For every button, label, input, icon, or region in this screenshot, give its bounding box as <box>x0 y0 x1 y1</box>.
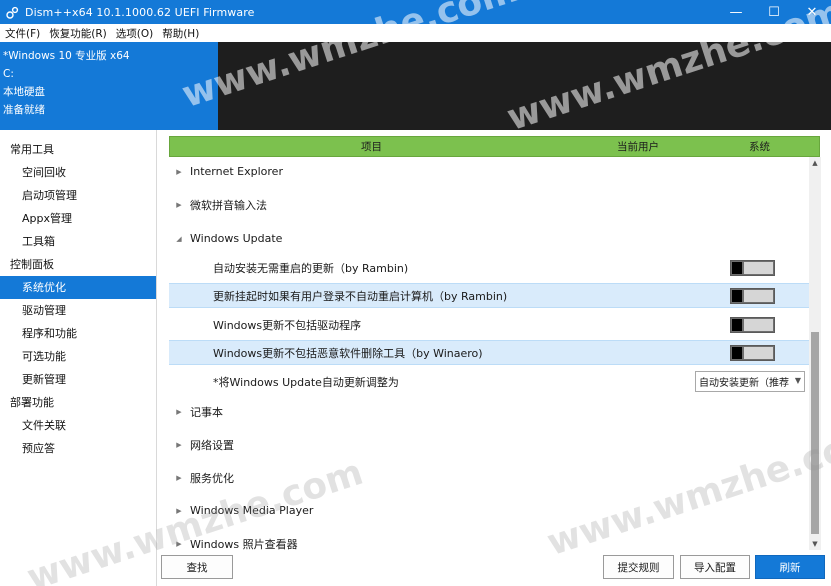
window-title: Dism++x64 10.1.1000.62 UEFI Firmware <box>25 5 255 19</box>
caret-right-icon[interactable]: ▶ <box>175 474 183 482</box>
sidebar-group-deploy: 部署功能 <box>10 396 54 409</box>
sidebar-item-file-assoc[interactable]: 文件关联 <box>0 414 156 437</box>
image-info-tile[interactable]: *Windows 10 专业版 x64 C: 本地硬盘 准备就绪 <box>0 42 218 130</box>
sidebar-item-optional-features[interactable]: 可选功能 <box>0 345 156 368</box>
caret-right-icon[interactable]: ▶ <box>175 540 183 548</box>
sidebar-item-space-reclaim[interactable]: 空间回收 <box>0 161 156 184</box>
option-row[interactable]: *将Windows Update自动更新调整为 自动安装更新（推荐 ▼ <box>169 369 809 394</box>
sidebar-group-common-tools: 常用工具 <box>10 143 54 156</box>
category-label: Windows Media Player <box>190 504 314 517</box>
scrollbar-thumb[interactable] <box>811 332 819 534</box>
category-label: Internet Explorer <box>190 165 283 178</box>
settings-list: ▶ Internet Explorer ▶ 微软拼音输入法 ◢ Windows … <box>169 157 809 550</box>
sidebar-group-control-panel: 控制面板 <box>10 258 54 271</box>
option-label: Windows更新不包括驱动程序 <box>213 318 362 332</box>
system-toggle[interactable] <box>730 259 775 276</box>
system-toggle[interactable] <box>730 344 775 361</box>
system-toggle[interactable] <box>730 316 775 333</box>
minimize-button[interactable]: — <box>717 0 755 24</box>
system-toggle[interactable] <box>730 287 775 304</box>
option-row[interactable]: 自动安装无需重启的更新（by Rambin) <box>169 255 809 280</box>
category-row[interactable]: ▶ 网络设置 <box>169 432 809 457</box>
caret-right-icon[interactable]: ▶ <box>175 441 183 449</box>
category-label: Windows 照片查看器 <box>190 537 298 551</box>
option-label: Windows更新不包括恶意软件删除工具（by Winaero) <box>213 346 483 360</box>
category-label: 记事本 <box>190 405 223 419</box>
sidebar-item-system-optimize[interactable]: 系统优化 <box>0 276 156 299</box>
app-icon <box>5 5 19 19</box>
category-row[interactable]: ▶ 微软拼音输入法 <box>169 192 809 217</box>
caret-down-icon[interactable]: ◢ <box>175 235 183 243</box>
caret-right-icon[interactable]: ▶ <box>175 168 183 176</box>
select-value: 自动安装更新（推荐 <box>699 378 789 389</box>
submit-rules-button[interactable]: 提交规则 <box>603 555 674 579</box>
title-bar: Dism++x64 10.1.1000.62 UEFI Firmware — ☐… <box>0 0 831 24</box>
image-status: 准备就绪 <box>3 104 45 116</box>
category-row[interactable]: ▶ Windows 照片查看器 <box>169 531 809 551</box>
caret-right-icon[interactable]: ▶ <box>175 507 183 515</box>
category-row[interactable]: ◢ Windows Update <box>169 226 809 251</box>
scroll-up-icon[interactable]: ▲ <box>809 157 821 169</box>
category-label: Windows Update <box>190 232 283 245</box>
image-name: *Windows 10 专业版 x64 <box>3 50 130 62</box>
category-row[interactable]: ▶ 服务优化 <box>169 465 809 490</box>
category-row[interactable]: ▶ Windows Media Player <box>169 498 809 523</box>
option-row[interactable]: Windows更新不包括驱动程序 <box>169 312 809 337</box>
option-row[interactable]: 更新挂起时如果有用户登录不自动重启计算机（by Rambin) <box>169 283 809 308</box>
header-panel: *Windows 10 专业版 x64 C: 本地硬盘 准备就绪 <box>0 42 831 130</box>
sidebar-item-programs[interactable]: 程序和功能 <box>0 322 156 345</box>
category-row[interactable]: ▶ Internet Explorer <box>169 159 809 184</box>
optimize-panel: 项目 当前用户 系统 ▶ Internet Explorer ▶ 微软拼音输入法… <box>160 130 831 550</box>
sidebar-item-startup[interactable]: 启动项管理 <box>0 184 156 207</box>
menu-bar: 文件(F) 恢复功能(R) 选项(O) 帮助(H) <box>0 24 831 42</box>
caret-right-icon[interactable]: ▶ <box>175 201 183 209</box>
column-system[interactable]: 系统 <box>749 139 770 154</box>
import-config-button[interactable]: 导入配置 <box>680 555 750 579</box>
menu-restore[interactable]: 恢复功能(R) <box>45 26 111 41</box>
category-label: 微软拼音输入法 <box>190 198 267 212</box>
category-label: 服务优化 <box>190 471 234 485</box>
sidebar-item-updates[interactable]: 更新管理 <box>0 368 156 391</box>
option-row[interactable]: Windows更新不包括恶意软件删除工具（by Winaero) <box>169 340 809 365</box>
image-disk: 本地硬盘 <box>3 86 45 98</box>
option-label: 更新挂起时如果有用户登录不自动重启计算机（by Rambin) <box>213 289 508 303</box>
find-button[interactable]: 查找 <box>161 555 233 579</box>
column-item[interactable]: 项目 <box>361 139 382 154</box>
option-label: 自动安装无需重启的更新（by Rambin) <box>213 261 409 275</box>
image-drive: C: <box>3 68 14 80</box>
chevron-down-icon: ▼ <box>792 376 801 385</box>
table-header: 项目 当前用户 系统 <box>169 136 820 157</box>
caret-right-icon[interactable]: ▶ <box>175 408 183 416</box>
refresh-button[interactable]: 刷新 <box>755 555 825 579</box>
category-label: 网络设置 <box>190 438 234 452</box>
menu-file[interactable]: 文件(F) <box>1 26 44 41</box>
maximize-button[interactable]: ☐ <box>755 0 793 24</box>
sidebar: 常用工具 空间回收 启动项管理 Appx管理 工具箱 控制面板 系统优化 驱动管… <box>0 130 157 586</box>
column-current-user[interactable]: 当前用户 <box>617 139 659 154</box>
menu-options[interactable]: 选项(O) <box>112 26 157 41</box>
scroll-down-icon[interactable]: ▼ <box>809 538 821 550</box>
option-label: *将Windows Update自动更新调整为 <box>213 375 399 389</box>
sidebar-item-drivers[interactable]: 驱动管理 <box>0 299 156 322</box>
sidebar-item-preanswer[interactable]: 预应答 <box>0 437 156 460</box>
sidebar-item-toolbox[interactable]: 工具箱 <box>0 230 156 253</box>
category-row[interactable]: ▶ 记事本 <box>169 399 809 424</box>
vertical-scrollbar[interactable]: ▲ ▼ <box>809 157 821 550</box>
update-mode-select[interactable]: 自动安装更新（推荐 ▼ <box>695 371 805 392</box>
menu-help[interactable]: 帮助(H) <box>158 26 203 41</box>
sidebar-item-appx[interactable]: Appx管理 <box>0 207 156 230</box>
close-button[interactable]: ✕ <box>793 0 831 24</box>
